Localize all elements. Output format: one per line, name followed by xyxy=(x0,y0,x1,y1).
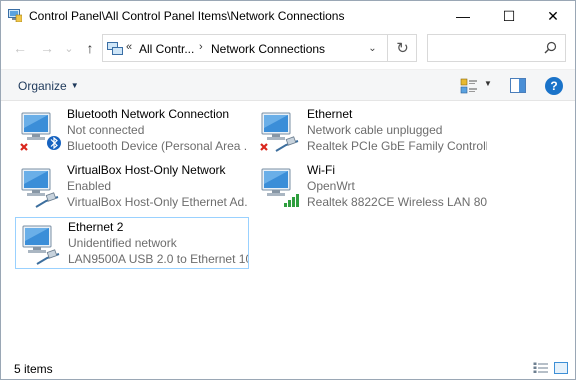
connection-name: Ethernet xyxy=(307,107,353,121)
control-panel-icon xyxy=(8,9,22,22)
connection-item-bluetooth[interactable]: Bluetooth Network Connection Not connect… xyxy=(15,105,249,157)
breadcrumb-all-control-panel[interactable]: All Contr... xyxy=(139,42,194,56)
item-count: 5 items xyxy=(14,362,53,376)
network-adapter-icon xyxy=(22,225,60,265)
network-folder-icon xyxy=(107,42,123,55)
help-button[interactable]: ? xyxy=(545,77,563,95)
breadcrumb-overflow[interactable]: « xyxy=(126,41,132,53)
network-connections-window: Control Panel\All Control Panel Items\Ne… xyxy=(0,0,576,380)
search-box[interactable] xyxy=(427,34,566,62)
organize-label: Organize xyxy=(18,79,67,93)
connection-item-ethernet[interactable]: Ethernet Network cable unplugged Realtek… xyxy=(255,105,489,157)
connection-status: Not connected xyxy=(67,123,145,137)
connection-name: Bluetooth Network Connection xyxy=(67,107,230,121)
connection-status: Network cable unplugged xyxy=(307,123,443,137)
close-button[interactable]: ✕ xyxy=(531,1,575,31)
organize-button[interactable]: Organize ▼ xyxy=(18,79,79,93)
connection-status: Enabled xyxy=(67,179,112,193)
chevron-down-icon: ⌄ xyxy=(64,42,74,55)
network-adapter-icon xyxy=(260,112,299,152)
connection-device: Realtek PCIe GbE Family Controller xyxy=(307,139,487,153)
maximize-icon: ☐ xyxy=(502,7,516,24)
tiles-view-icon[interactable] xyxy=(554,362,568,374)
connection-item-wifi[interactable]: Wi-Fi OpenWrt Realtek 8822CE Wireless LA… xyxy=(255,161,489,213)
connection-name: VirtualBox Host-Only Network xyxy=(67,163,226,177)
recent-locations-button[interactable]: ⌄ xyxy=(59,39,79,57)
connection-device: Realtek 8822CE Wireless LAN 802.... xyxy=(307,195,487,209)
connection-device: Bluetooth Device (Personal Area ... xyxy=(67,139,247,153)
window-title: Control Panel\All Control Panel Items\Ne… xyxy=(29,9,345,23)
connection-device: LAN9500A USB 2.0 to Ethernet 10... xyxy=(68,252,248,266)
forward-button[interactable]: → xyxy=(37,39,57,57)
details-view-icon[interactable] xyxy=(533,362,549,374)
minimize-icon: — xyxy=(456,8,470,24)
connection-status: Unidentified network xyxy=(68,236,177,250)
network-adapter-icon xyxy=(20,112,61,151)
connection-name: Wi-Fi xyxy=(307,163,335,177)
connection-item-virtualbox[interactable]: VirtualBox Host-Only Network Enabled Vir… xyxy=(15,161,249,213)
connection-status: OpenWrt xyxy=(307,179,355,193)
address-dropdown-button[interactable]: ⌄ xyxy=(359,35,385,61)
chevron-down-icon: ⌄ xyxy=(368,42,377,54)
title-bar[interactable]: Control Panel\All Control Panel Items\Ne… xyxy=(1,1,575,31)
back-arrow-icon: ← xyxy=(13,40,27,56)
organize-caret-icon: ▼ xyxy=(70,81,79,90)
breadcrumb-separator[interactable]: › xyxy=(199,41,203,53)
minimize-button[interactable]: — xyxy=(441,1,485,31)
refresh-icon: ↻ xyxy=(396,40,409,57)
search-icon xyxy=(544,41,557,54)
maximize-button[interactable]: ☐ xyxy=(487,1,531,31)
up-arrow-icon: ↑ xyxy=(86,40,94,56)
forward-arrow-icon: → xyxy=(40,40,54,56)
change-view-icon[interactable] xyxy=(460,78,478,94)
back-button[interactable]: ← xyxy=(10,39,30,57)
navigation-bar: ← → ⌄ ↑ « All Contr... › Network Connect… xyxy=(1,31,575,65)
address-bar[interactable]: « All Contr... › Network Connections ⌄ ↻ xyxy=(102,34,417,62)
refresh-button[interactable]: ↻ xyxy=(387,35,417,61)
connection-item-ethernet-2[interactable]: Ethernet 2 Unidentified network LAN9500A… xyxy=(15,217,249,269)
up-button[interactable]: ↑ xyxy=(80,39,100,57)
wireless-adapter-icon xyxy=(261,168,299,207)
help-icon: ? xyxy=(550,79,558,93)
preview-pane-icon[interactable] xyxy=(510,78,526,93)
breadcrumb-network-connections[interactable]: Network Connections xyxy=(211,42,325,56)
status-bar: 5 items xyxy=(1,357,575,379)
command-bar: Organize ▼ ▼ ? xyxy=(1,69,575,101)
network-adapter-icon xyxy=(21,168,59,208)
connection-name: Ethernet 2 xyxy=(68,220,124,234)
close-icon: ✕ xyxy=(547,7,559,24)
view-options-caret-icon[interactable]: ▼ xyxy=(484,79,492,88)
connection-device: VirtualBox Host-Only Ethernet Ad... xyxy=(67,195,247,209)
